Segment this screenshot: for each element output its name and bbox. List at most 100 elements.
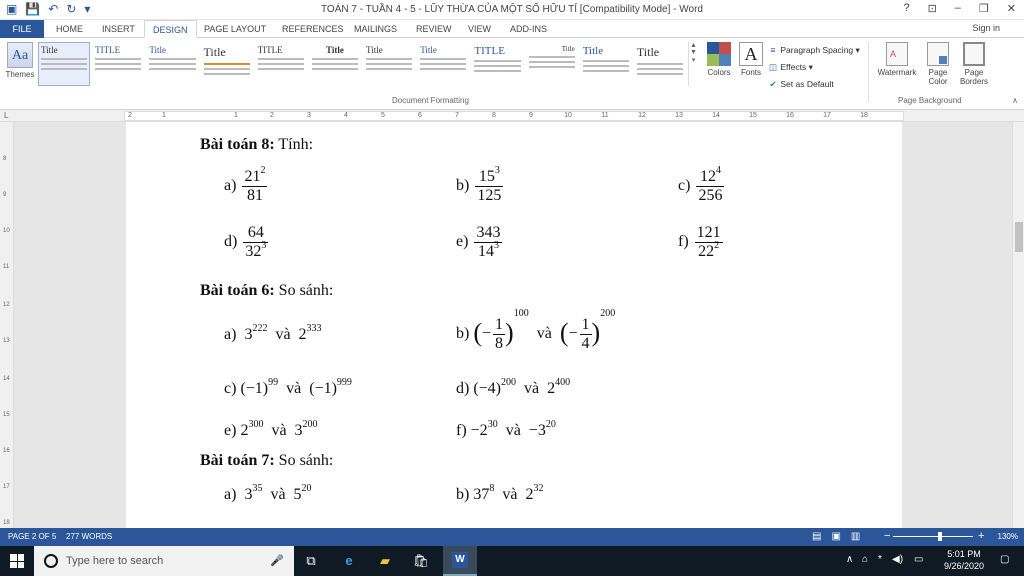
tab-selector-icon[interactable]: L (4, 111, 8, 120)
set-as-default-button[interactable]: ✔ Set as Default (768, 76, 860, 93)
word-count[interactable]: 277 WORDS (66, 532, 112, 541)
tab-mailings[interactable]: MAILINGS (346, 20, 405, 38)
vertical-scrollbar[interactable] (1012, 122, 1024, 528)
zoom-slider-knob[interactable] (938, 532, 942, 541)
start-button[interactable] (0, 546, 34, 576)
volume-icon[interactable]: ◀) (892, 554, 903, 565)
close-button[interactable]: ✕ (1007, 2, 1016, 15)
horizontal-ruler: L 2 1 1 2 3 4 5 6 7 8 9 10 11 12 13 14 1… (0, 110, 1024, 122)
edge-browser-icon[interactable]: e (340, 552, 358, 570)
show-hidden-icons[interactable]: ∧ (846, 554, 853, 565)
style-set-title: Title (366, 45, 383, 55)
style-set-item[interactable]: Title (363, 42, 415, 86)
b6-item-e: e) 2300 và 3200 (224, 419, 318, 440)
style-set-item[interactable]: TITLE (92, 42, 144, 86)
style-set-item[interactable]: Title (38, 42, 91, 86)
themes-label: Themes (5, 70, 35, 79)
style-set-title: Title (41, 45, 58, 55)
taskbar-search[interactable]: Type here to search 🎤 (34, 546, 294, 576)
restore-button[interactable]: ❐ (979, 2, 989, 15)
tab-view[interactable]: VIEW (460, 20, 499, 38)
store-icon[interactable]: 🛍 (412, 552, 430, 570)
tab-review[interactable]: REVIEW (408, 20, 460, 38)
sign-in-link[interactable]: Sign in (972, 23, 1000, 33)
style-set-title: Title (420, 45, 437, 55)
web-layout-icon[interactable]: ▥ (851, 531, 860, 542)
style-set-item[interactable]: TITLE (255, 42, 307, 86)
ruler-track[interactable]: 2 1 1 2 3 4 5 6 7 8 9 10 11 12 13 14 15 … (124, 111, 904, 121)
page-color-button[interactable]: Page Color (920, 42, 956, 86)
effects-button[interactable]: ◫ Effects ▾ (768, 59, 860, 76)
file-explorer-icon[interactable]: ▰ (376, 552, 394, 570)
page-indicator[interactable]: PAGE 2 OF 5 (8, 532, 56, 541)
tab-page-layout[interactable]: PAGE LAYOUT (196, 20, 274, 38)
scrollbar-thumb[interactable] (1015, 222, 1023, 252)
taskbar: Type here to search 🎤 ⧉ e ▰ 🛍 W ∧ ⌂ * ◀)… (0, 546, 1024, 576)
style-set-item[interactable]: Title (309, 42, 361, 86)
minimize-button[interactable]: – (955, 2, 961, 15)
style-set-item[interactable]: Title (580, 42, 632, 86)
title-bar: ▣ 💾 ↶ ↻ ▾ TOÁN 7 - TUẦN 4 - 5 - LŨY THỪA… (0, 0, 1024, 20)
network-icon[interactable]: ⌂ (862, 554, 868, 565)
wifi-icon[interactable]: * (878, 554, 882, 565)
group-separator (868, 42, 869, 102)
effects-icon: ◫ (768, 62, 778, 72)
clock[interactable]: 5:01 PM 9/26/2020 (944, 548, 984, 572)
b8-item-b: b) 153 125 (456, 165, 504, 204)
document-area[interactable]: Bài toán 8: Tính: a) 212 81 b) 153 125 c) 124… (14, 122, 1012, 528)
zoom-level[interactable]: 130% (998, 532, 1018, 541)
tab-references[interactable]: REFERENCES (274, 20, 352, 38)
b8-item-c: c) 124 256 (678, 165, 725, 204)
b8-heading: Bài toán 8: Tính: (200, 136, 314, 153)
print-layout-icon[interactable]: ▣ (831, 531, 840, 542)
fonts-button[interactable]: A Fonts (736, 42, 766, 77)
b6-item-f: f) −230 và −320 (456, 419, 556, 440)
watermark-button[interactable]: A Watermark (876, 42, 918, 77)
help-button[interactable]: ? (903, 2, 909, 15)
style-set-title: Title (636, 45, 660, 59)
colors-label: Colors (707, 68, 731, 77)
group-label-document-formatting: Document Formatting (392, 96, 469, 105)
colors-button[interactable]: Colors (704, 42, 734, 77)
page-borders-button[interactable]: Page Borders (956, 42, 992, 86)
status-bar: PAGE 2 OF 5 277 WORDS ▤ ▣ ▥ − + 130% (0, 528, 1024, 546)
gallery-scroll[interactable]: ▲ ▼ ▾ (688, 42, 698, 86)
style-set-title: TITLE (257, 45, 283, 55)
tab-file[interactable]: FILE (0, 20, 44, 38)
paragraph-spacing-button[interactable]: ≡ Paragraph Spacing ▾ (768, 42, 860, 59)
tab-add-ins[interactable]: ADD-INS (502, 20, 555, 38)
style-set-item[interactable]: Title (146, 42, 198, 86)
ribbon-display-button[interactable]: ⊡ (928, 2, 937, 15)
zoom-in-icon[interactable]: + (978, 530, 984, 542)
task-view-icon[interactable]: ⧉ (302, 552, 320, 570)
read-mode-icon[interactable]: ▤ (812, 531, 821, 542)
word-taskbar-button[interactable]: W (443, 546, 477, 576)
b8-item-e: e) 343 143 (456, 224, 503, 260)
zoom-slider[interactable] (893, 536, 973, 537)
keyboard-icon[interactable]: ▭ (914, 554, 923, 565)
view-buttons: ▤ ▣ ▥ (812, 531, 860, 542)
search-icon (44, 554, 58, 568)
page-borders-icon (963, 42, 985, 66)
windows-logo-icon (10, 554, 24, 568)
document-page[interactable]: Bài toán 8: Tính: a) 212 81 b) 153 125 c) 124… (126, 122, 902, 528)
b6-item-b: b) (− 1 8)100 và (− 1 4)200 (456, 308, 616, 352)
checkmark-icon: ✔ (769, 79, 777, 89)
tab-design[interactable]: DESIGN (144, 20, 197, 38)
microphone-icon[interactable]: 🎤 (270, 554, 284, 567)
style-set-item[interactable]: Title (634, 42, 686, 86)
style-set-item[interactable]: Title (201, 42, 253, 86)
vertical-ruler: 8 9 10 11 12 13 14 15 16 17 18 (0, 122, 14, 528)
b8-item-a: a) 212 81 (224, 165, 268, 204)
collapse-ribbon-icon[interactable]: ∧ (1012, 96, 1018, 105)
style-set-item[interactable]: Title (417, 42, 469, 86)
zoom-out-icon[interactable]: − (884, 530, 890, 542)
style-set-title: Title (561, 45, 575, 53)
b7-heading: Bài toán 7: So sánh: (200, 452, 334, 469)
style-set-item[interactable]: Title (526, 42, 578, 86)
tab-insert[interactable]: INSERT (94, 20, 143, 38)
tab-home[interactable]: HOME (48, 20, 91, 38)
style-set-item[interactable]: TITLE (471, 42, 523, 86)
notifications-icon[interactable]: ▢ (1000, 554, 1009, 565)
themes-button[interactable]: Aa Themes (4, 42, 36, 79)
